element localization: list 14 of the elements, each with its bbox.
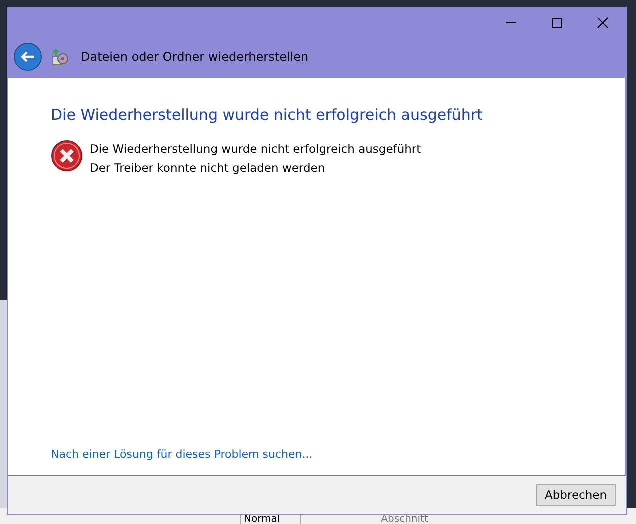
message-text: Der Treiber konnte nicht geladen werden xyxy=(90,160,326,177)
window-title: Dateien oder Ordner wiederherstellen xyxy=(81,50,309,64)
close-icon xyxy=(597,16,609,28)
section-label: Abschnitt xyxy=(381,515,428,524)
message-text: Die Wiederherstellung wurde nicht erfolgreich ausgeführt xyxy=(90,141,422,158)
maximize-icon xyxy=(551,16,563,28)
dialog-heading: Die Wiederherstellung wurde nicht erfolgreich ausgeführt xyxy=(51,106,484,124)
minimize-icon xyxy=(506,22,516,23)
restore-icon xyxy=(51,48,69,66)
help-link[interactable]: Nach einer Lösung für dieses Problem suchen... xyxy=(51,448,313,461)
error-icon xyxy=(51,140,83,172)
back-arrow-icon xyxy=(21,51,35,63)
cancel-button[interactable]: Abbrechen xyxy=(536,484,616,506)
back-button[interactable] xyxy=(14,43,42,71)
